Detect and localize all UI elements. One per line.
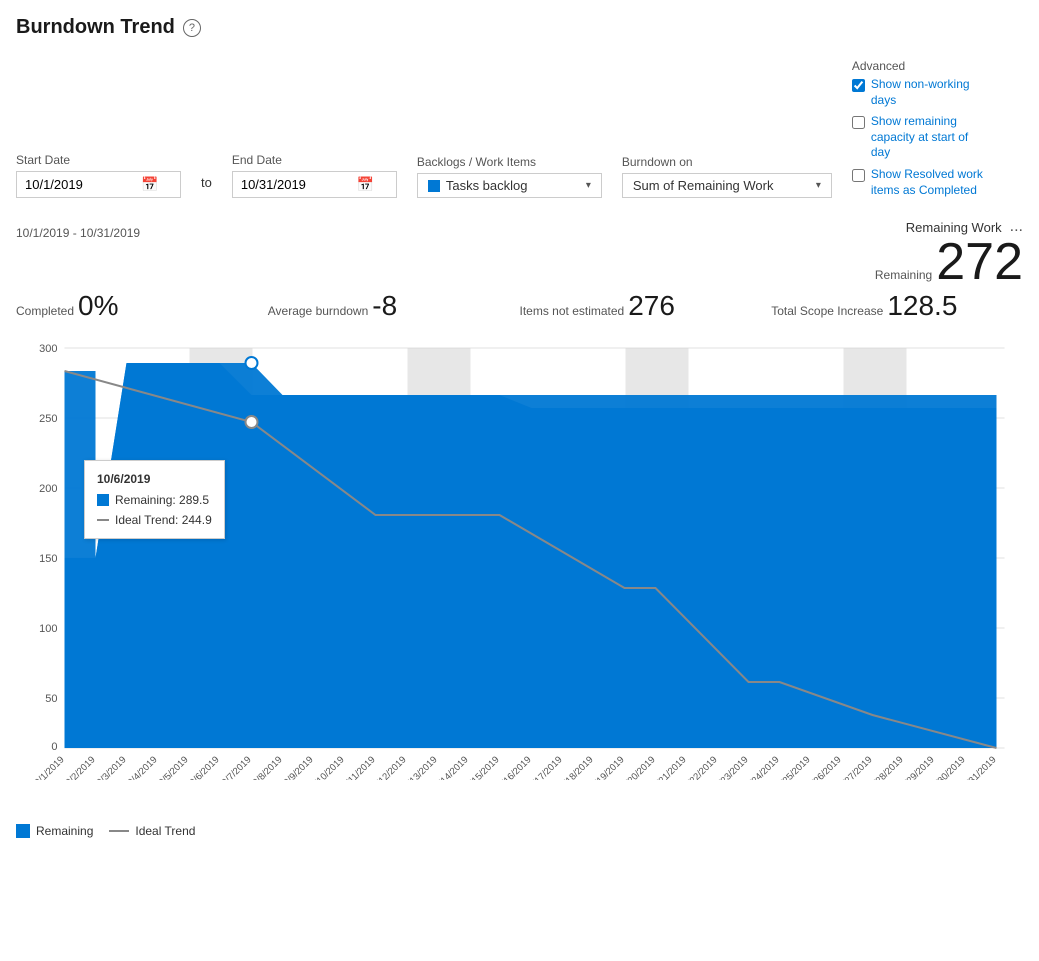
tooltip-remaining-icon bbox=[97, 494, 109, 506]
page-title: Burndown Trend bbox=[16, 16, 175, 39]
start-date-calendar-icon[interactable]: 📅 bbox=[141, 176, 158, 193]
advanced-group: Advanced Show non-working days Show rema… bbox=[852, 59, 991, 198]
stat-total-scope-increase-value: 128.5 bbox=[887, 290, 957, 322]
stat-items-not-estimated: Items not estimated 276 bbox=[520, 290, 772, 322]
stat-average-burndown: Average burndown -8 bbox=[268, 290, 520, 322]
stat-total-scope-increase-label: Total Scope Increase bbox=[771, 304, 883, 318]
end-date-input[interactable] bbox=[241, 177, 351, 192]
tooltip-ideal-icon bbox=[97, 519, 109, 521]
backlogs-group: Backlogs / Work Items Tasks backlog ▾ bbox=[417, 155, 602, 198]
start-date-label: Start Date bbox=[16, 153, 181, 167]
show-resolved-checkbox[interactable] bbox=[852, 169, 865, 182]
stats-row: Completed 0% Average burndown -8 Items n… bbox=[16, 290, 1023, 322]
advanced-label: Advanced bbox=[852, 59, 991, 73]
svg-text:10/1/2019: 10/1/2019 bbox=[29, 754, 67, 780]
legend-ideal-line-icon bbox=[109, 830, 129, 832]
stat-total-scope-increase: Total Scope Increase 128.5 bbox=[771, 290, 1023, 322]
svg-text:10/16/2019: 10/16/2019 bbox=[492, 754, 533, 780]
backlogs-dropdown[interactable]: Tasks backlog ▾ bbox=[417, 173, 602, 198]
svg-text:10/11/2019: 10/11/2019 bbox=[337, 754, 378, 780]
backlogs-arrow-icon: ▾ bbox=[586, 180, 591, 191]
end-date-label: End Date bbox=[232, 153, 397, 167]
start-date-input[interactable] bbox=[25, 177, 135, 192]
svg-text:200: 200 bbox=[39, 483, 57, 495]
svg-text:300: 300 bbox=[39, 343, 57, 355]
stat-items-not-estimated-label: Items not estimated bbox=[520, 304, 625, 318]
svg-text:100: 100 bbox=[39, 623, 57, 635]
stat-items-not-estimated-value: 276 bbox=[628, 290, 675, 322]
help-icon[interactable]: ? bbox=[183, 19, 201, 37]
remaining-work-value: 272 bbox=[936, 236, 1023, 288]
burndown-value: Sum of Remaining Work bbox=[633, 178, 774, 193]
legend-ideal-trend-label: Ideal Trend bbox=[135, 824, 195, 838]
chart-tooltip: 10/6/2019 Remaining: 289.5 Ideal Trend: … bbox=[84, 460, 225, 539]
burndown-dropdown[interactable]: Sum of Remaining Work ▾ bbox=[622, 173, 832, 198]
stat-completed-label: Completed bbox=[16, 304, 74, 318]
start-date-input-wrap[interactable]: 📅 bbox=[16, 171, 181, 198]
remaining-area-fix bbox=[65, 363, 997, 748]
show-resolved-label[interactable]: Show Resolved work items as Completed bbox=[871, 167, 991, 198]
svg-text:10/9/2019: 10/9/2019 bbox=[278, 754, 316, 780]
backlogs-icon bbox=[428, 180, 440, 192]
burndown-group: Burndown on Sum of Remaining Work ▾ bbox=[622, 155, 832, 198]
end-date-group: End Date 📅 bbox=[232, 153, 397, 198]
tooltip-ideal-text: Ideal Trend: 244.9 bbox=[115, 510, 212, 530]
legend-remaining: Remaining bbox=[16, 824, 93, 838]
svg-text:250: 250 bbox=[39, 413, 57, 425]
tooltip-date: 10/6/2019 bbox=[97, 469, 212, 489]
show-resolved-row: Show Resolved work items as Completed bbox=[852, 167, 991, 198]
start-date-group: Start Date 📅 bbox=[16, 153, 181, 198]
svg-text:10/3/2019: 10/3/2019 bbox=[91, 754, 129, 780]
svg-text:50: 50 bbox=[45, 693, 57, 705]
end-date-input-wrap[interactable]: 📅 bbox=[232, 171, 397, 198]
show-remaining-capacity-checkbox[interactable] bbox=[852, 116, 865, 129]
to-label: to bbox=[201, 175, 212, 190]
stat-average-burndown-value: -8 bbox=[372, 290, 397, 322]
burndown-arrow-icon: ▾ bbox=[816, 180, 821, 191]
burndown-chart[interactable]: 300 250 200 150 100 50 0 bbox=[16, 330, 1023, 780]
svg-text:0: 0 bbox=[51, 741, 57, 753]
show-non-working-checkbox[interactable] bbox=[852, 79, 865, 92]
show-remaining-capacity-label[interactable]: Show remaining capacity at start of day bbox=[871, 114, 991, 161]
stat-completed: Completed 0% bbox=[16, 290, 268, 322]
legend-ideal-trend: Ideal Trend bbox=[109, 824, 195, 838]
svg-text:10/6/2019: 10/6/2019 bbox=[184, 754, 222, 780]
date-range-bar: 10/1/2019 - 10/31/2019 Remaining Work ..… bbox=[16, 218, 1023, 288]
tooltip-remaining-row: Remaining: 289.5 bbox=[97, 490, 212, 510]
svg-text:10/7/2019: 10/7/2019 bbox=[216, 754, 254, 780]
svg-text:10/8/2019: 10/8/2019 bbox=[247, 754, 285, 780]
svg-text:10/4/2019: 10/4/2019 bbox=[122, 754, 160, 780]
legend-remaining-icon bbox=[16, 824, 30, 838]
tooltip-remaining-text: Remaining: 289.5 bbox=[115, 490, 209, 510]
tooltip-ideal-row: Ideal Trend: 244.9 bbox=[97, 510, 212, 530]
backlogs-label: Backlogs / Work Items bbox=[417, 155, 602, 169]
svg-text:150: 150 bbox=[39, 553, 57, 565]
legend-row: Remaining Ideal Trend bbox=[16, 824, 1023, 838]
svg-text:10/5/2019: 10/5/2019 bbox=[153, 754, 191, 780]
chart-container: 300 250 200 150 100 50 0 bbox=[16, 330, 1023, 820]
show-remaining-capacity-row: Show remaining capacity at start of day bbox=[852, 114, 991, 161]
date-range-text: 10/1/2019 - 10/31/2019 bbox=[16, 226, 140, 240]
stat-completed-value: 0% bbox=[78, 290, 118, 322]
stat-average-burndown-label: Average burndown bbox=[268, 304, 369, 318]
backlogs-value: Tasks backlog bbox=[446, 178, 528, 193]
end-date-calendar-icon[interactable]: 📅 bbox=[357, 176, 374, 193]
show-non-working-label[interactable]: Show non-working days bbox=[871, 77, 991, 108]
tooltip-dot-ideal[interactable] bbox=[246, 416, 258, 428]
burndown-label: Burndown on bbox=[622, 155, 832, 169]
legend-remaining-label: Remaining bbox=[36, 824, 93, 838]
svg-text:10/2/2019: 10/2/2019 bbox=[60, 754, 98, 780]
show-non-working-row: Show non-working days bbox=[852, 77, 991, 108]
remaining-work-sublabel: Remaining bbox=[875, 268, 932, 282]
tooltip-dot-remaining[interactable] bbox=[246, 357, 258, 369]
remaining-work-display: Remaining Work ... Remaining 272 bbox=[875, 218, 1023, 288]
